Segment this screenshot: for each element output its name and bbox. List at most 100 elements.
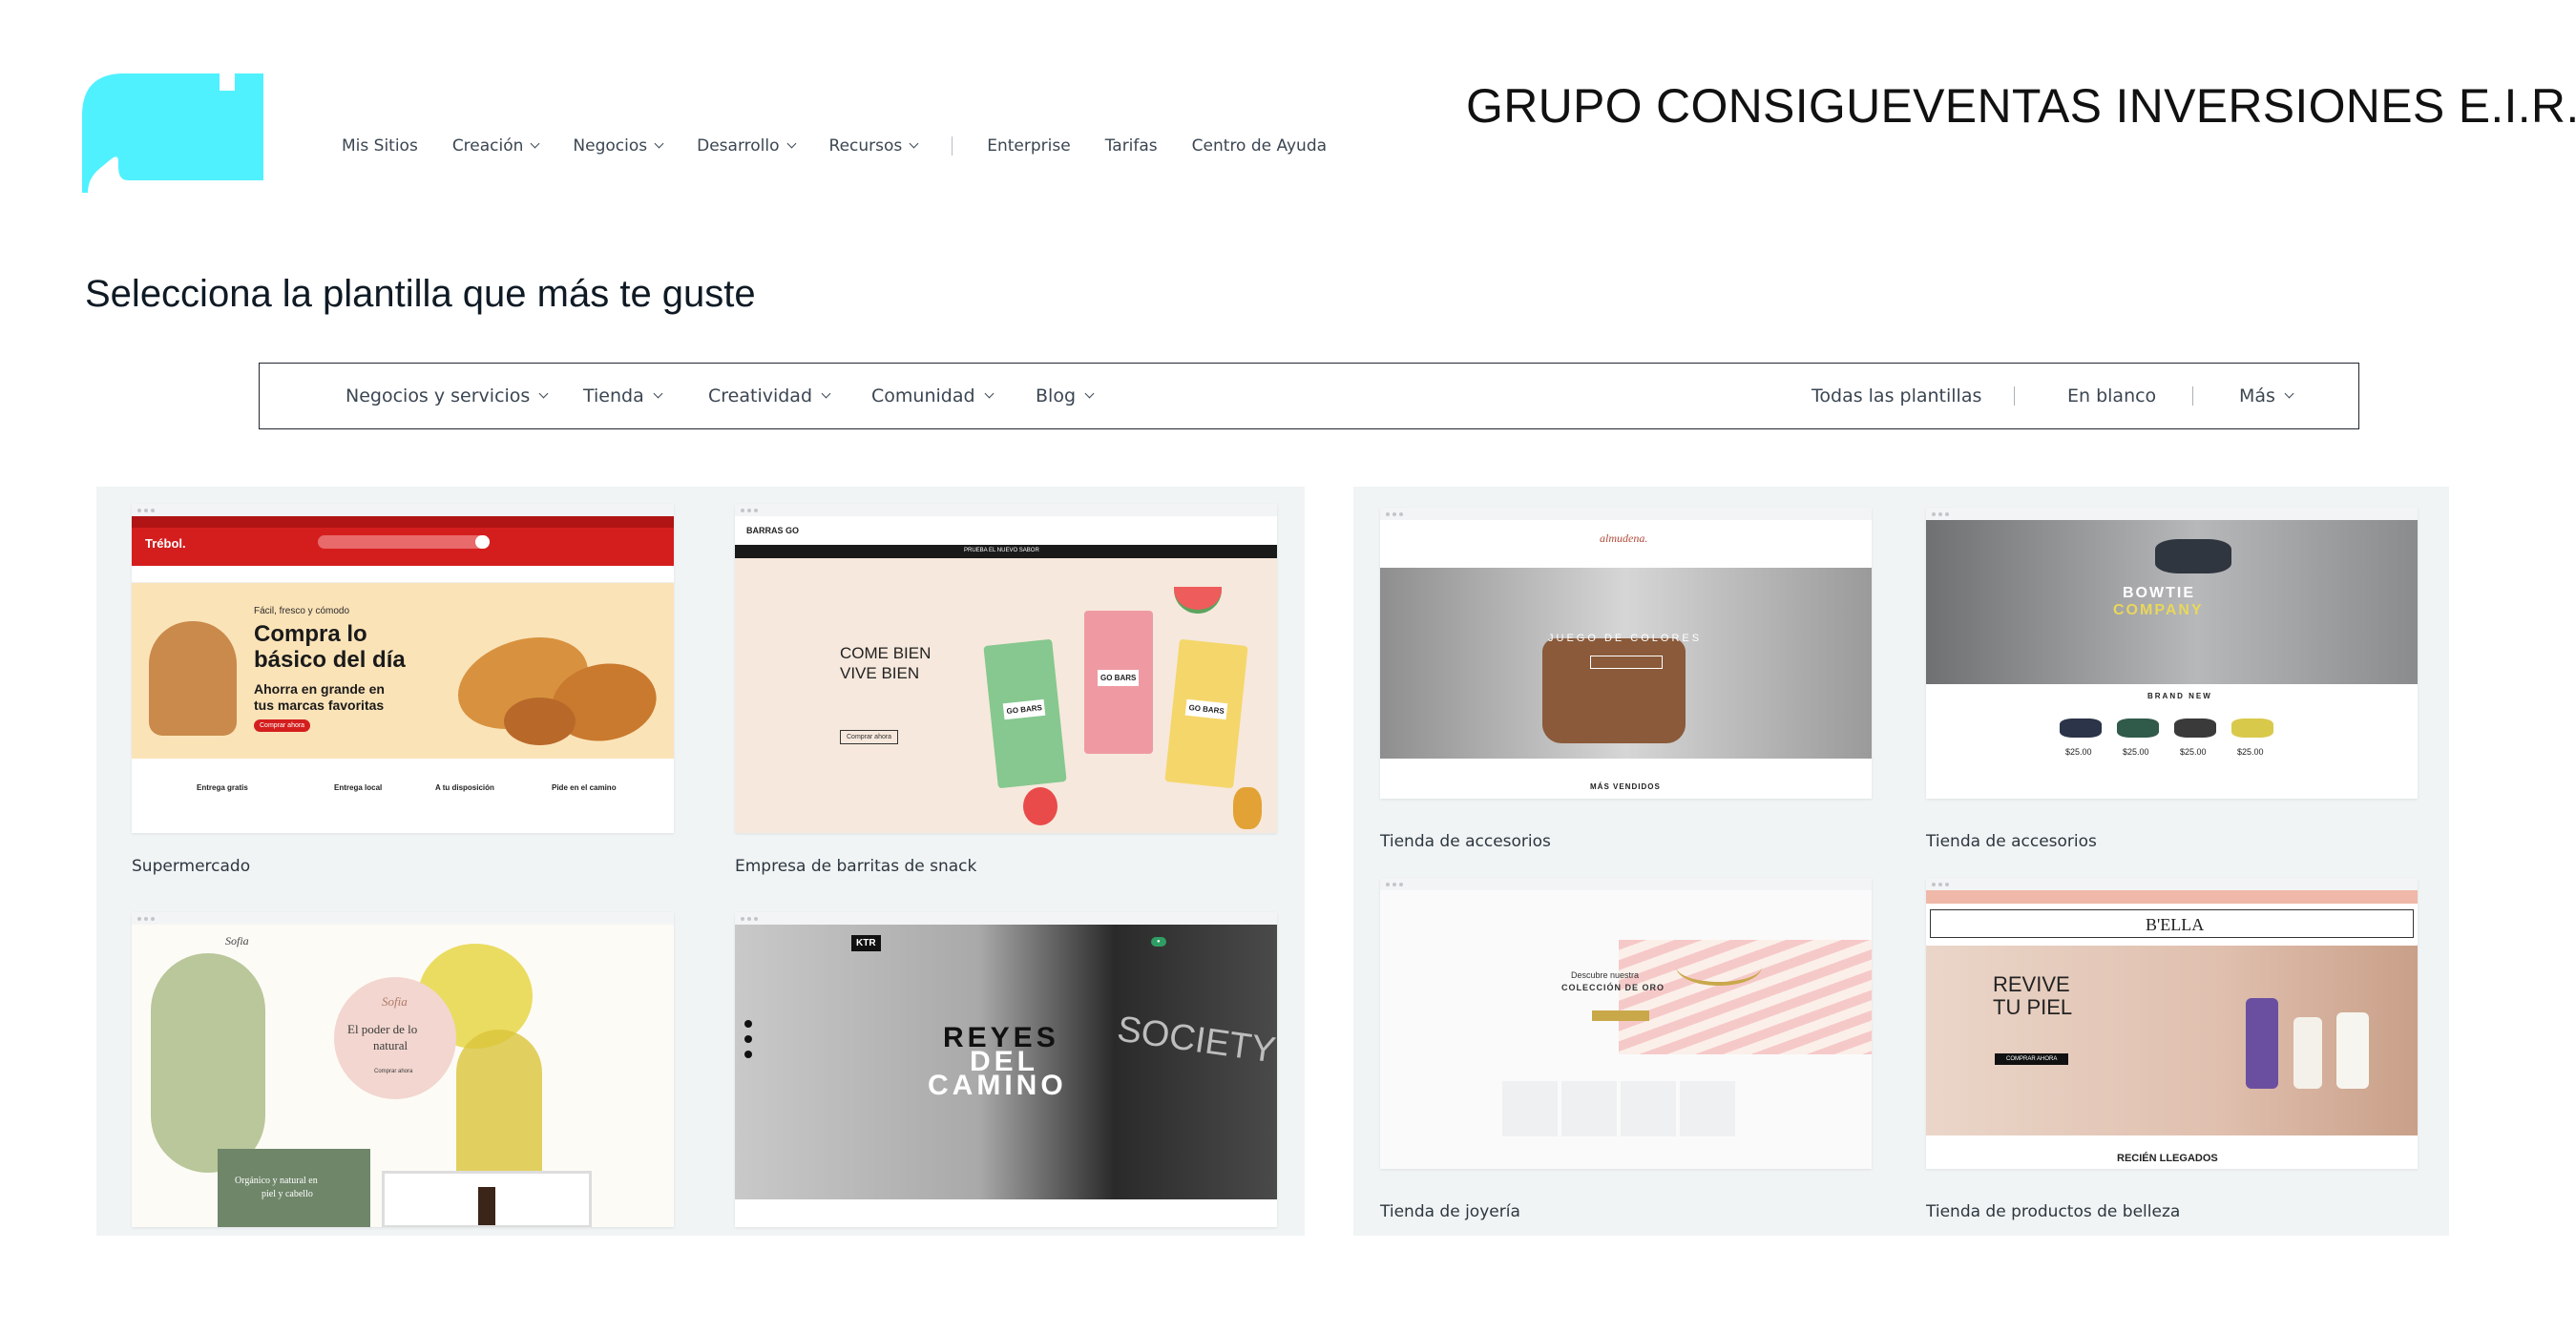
feature-label: A tu disposición <box>435 783 494 792</box>
feature-strip: Entrega gratis Entrega local A tu dispos… <box>132 759 674 833</box>
nav-item-mis-sitios[interactable]: Mis Sitios <box>342 136 418 156</box>
hero-headline: básico del día <box>254 647 406 673</box>
nav-item-tarifas[interactable]: Tarifas <box>1105 136 1158 156</box>
category-label: Negocios y servicios <box>346 385 531 406</box>
hero-cta: COMPRAR AHORA <box>1995 1053 2069 1065</box>
feature-label: Entrega gratis <box>197 783 248 792</box>
browser-chrome <box>735 504 1277 516</box>
template-panel-left: Trébol. Fácil, fresco y cómodo Compra lo… <box>96 487 1305 1236</box>
nav-item-label: Mis Sitios <box>342 136 418 156</box>
template-preview[interactable]: BARRAS GO PRUEBA EL NUEVO SABOR COME BIE… <box>735 504 1277 833</box>
template-preview[interactable]: Descubre nuestra COLECCIÓN DE ORO <box>1380 878 1872 1169</box>
template-name: Supermercado <box>132 857 251 876</box>
template-card-supermercado[interactable]: Trébol. Fácil, fresco y cómodo Compra lo… <box>132 504 674 885</box>
category-bar: Negocios y servicios Tienda Creatividad … <box>259 363 2359 429</box>
template-preview[interactable]: almudena. JUEGO DE COLORES MÁS VENDIDOS <box>1380 508 1872 799</box>
nav-item-label: Negocios <box>573 136 648 156</box>
bowtie-product <box>2231 719 2273 738</box>
section-title: MÁS VENDIDOS <box>1590 782 1661 791</box>
template-preview[interactable]: KTR ● REYES DEL CAMINO SOCIETY <box>735 912 1277 1227</box>
promo-banner: PRUEBA EL NUEVO SABOR <box>964 548 1039 553</box>
category-tienda[interactable]: Tienda <box>583 364 663 427</box>
template-card-joyeria[interactable]: Descubre nuestra COLECCIÓN DE ORO Tienda… <box>1380 878 1872 1231</box>
category-negocios-servicios[interactable]: Negocios y servicios <box>346 364 549 427</box>
hero-headline: CAMINO <box>928 1070 1067 1101</box>
template-preview[interactable]: BOWTIE COMPANY BRAND NEW $25.00 $25.00 $… <box>1926 508 2418 799</box>
hero-banner: Fácil, fresco y cómodo Compra lo básico … <box>132 583 674 759</box>
nav-item-creaci-n[interactable]: Creación <box>452 136 540 156</box>
feature-label: Pide en el camino <box>552 783 617 792</box>
pack-label: GO BARS <box>1002 698 1046 720</box>
company-name: GRUPO CONSIGUEVENTAS INVERSIONES E.I.R.L… <box>1466 79 2576 133</box>
category-label: Comunidad <box>871 385 975 406</box>
section-title: BRAND NEW <box>2147 692 2212 700</box>
browser-chrome <box>735 912 1277 925</box>
hero-cta: Comprar ahora <box>374 1069 413 1074</box>
template-name: Empresa de barritas de snack <box>735 857 977 876</box>
chevron-down-icon <box>653 388 663 398</box>
chevron-down-icon <box>2284 388 2294 398</box>
chevron-down-icon <box>1084 388 1095 398</box>
template-card-bowtie[interactable]: BOWTIE COMPANY BRAND NEW $25.00 $25.00 $… <box>1926 508 2418 861</box>
hero-headline: COMPANY <box>2113 602 2204 618</box>
product-price: $25.00 <box>2123 747 2149 757</box>
category-blog[interactable]: Blog <box>1036 364 1095 427</box>
browser-chrome <box>132 504 674 516</box>
page-title: Selecciona la plantilla que más te guste <box>85 273 756 315</box>
category-label: Creatividad <box>708 385 813 406</box>
section-title: RECIÉN LLEGADOS <box>2117 1153 2218 1164</box>
chevron-down-icon <box>909 138 919 149</box>
browser-chrome <box>132 912 674 925</box>
hero-banner: JUEGO DE COLORES <box>1380 568 1872 759</box>
status-pill: ● <box>1151 937 1166 947</box>
template-preview[interactable]: B'ELLA REVIVE TU PIEL COMPRAR AHORA RECI… <box>1926 878 2418 1169</box>
hero-headline: TU PIEL <box>1993 995 2073 1019</box>
more-categories[interactable]: Más <box>2239 364 2294 427</box>
hero-cta: Comprar ahora <box>254 719 311 732</box>
template-card-reyes[interactable]: KTR ● REYES DEL CAMINO SOCIETY <box>735 912 1277 1227</box>
template-preview[interactable]: Sofia Sofia El poder de lo natural Compr… <box>132 912 674 1227</box>
hero-sub: Ahorra en grande en <box>254 681 385 697</box>
cream-bottle <box>2336 1012 2369 1089</box>
nav-item-label: Desarrollo <box>697 136 780 156</box>
product-price: $25.00 <box>2237 747 2264 757</box>
brand-logo[interactable] <box>82 73 263 193</box>
nav-item-enterprise[interactable]: Enterprise <box>987 136 1070 156</box>
snack-pack: GO BARS <box>1084 611 1153 754</box>
browser-chrome <box>1926 878 2418 890</box>
feature-label: Entrega local <box>334 783 383 792</box>
serum-bottle <box>2293 1017 2322 1089</box>
category-comunidad[interactable]: Comunidad <box>871 364 994 427</box>
plant-illustration <box>151 953 265 1173</box>
template-name: Tienda de accesorios <box>1926 832 2097 851</box>
divider <box>2014 386 2015 406</box>
category-label: Todas las plantillas <box>1812 385 1982 406</box>
store-header: Trébol. <box>132 516 674 566</box>
circle-logo: Sofia <box>382 994 408 1009</box>
nav-item-negocios[interactable]: Negocios <box>573 136 664 156</box>
template-card-belleza[interactable]: B'ELLA REVIVE TU PIEL COMPRAR AHORA RECI… <box>1926 878 2418 1231</box>
watermelon-icon <box>1174 587 1222 614</box>
all-templates-link[interactable]: Todas las plantillas <box>1812 364 1981 427</box>
template-preview[interactable]: Trébol. Fácil, fresco y cómodo Compra lo… <box>132 504 674 833</box>
divider <box>2192 386 2193 406</box>
hero-sub: tus marcas favoritas <box>254 698 385 713</box>
nav-item-centro-de-ayuda[interactable]: Centro de Ayuda <box>1192 136 1327 156</box>
hero-banner: COME BIEN VIVE BIEN Comprar ahora GO BAR… <box>735 558 1277 833</box>
promo-text: piel y cabello <box>262 1189 313 1199</box>
category-label: Tienda <box>583 385 644 406</box>
store-logo: BARRAS GO <box>746 526 800 535</box>
template-card-cosmetica[interactable]: Sofia Sofia El poder de lo natural Compr… <box>132 912 674 1227</box>
hero-headline: Compra lo <box>254 621 367 647</box>
template-name: Tienda de accesorios <box>1380 832 1551 851</box>
template-card-barritas[interactable]: BARRAS GO PRUEBA EL NUEVO SABOR COME BIE… <box>735 504 1277 885</box>
browser-chrome <box>1380 878 1872 890</box>
nav-item-desarrollo[interactable]: Desarrollo <box>697 136 796 156</box>
template-name: Tienda de joyería <box>1380 1202 1520 1221</box>
blank-template-link[interactable]: En blanco <box>2067 364 2156 427</box>
hero-circle: Sofia El poder de lo natural Comprar aho… <box>334 977 456 1099</box>
nav-item-recursos[interactable]: Recursos <box>829 136 919 156</box>
hero-banner: KTR ● REYES DEL CAMINO SOCIETY <box>735 925 1277 1199</box>
template-card-almudena[interactable]: almudena. JUEGO DE COLORES MÁS VENDIDOS … <box>1380 508 1872 861</box>
category-creatividad[interactable]: Creatividad <box>708 364 831 427</box>
